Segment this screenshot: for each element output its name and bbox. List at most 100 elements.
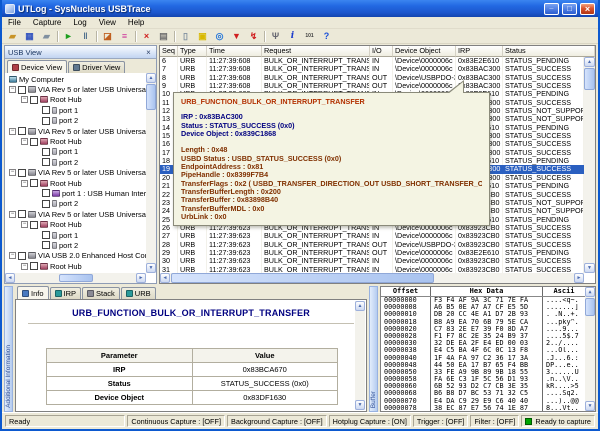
scrollbar-thumb[interactable] [584, 68, 595, 90]
scrollbar-track[interactable] [585, 317, 595, 401]
buffer-strip[interactable]: Buffer [369, 286, 378, 412]
expand-collapse-icon[interactable] [21, 138, 28, 145]
scrollbar-track[interactable] [146, 111, 156, 263]
usb-view-close-icon[interactable] [144, 48, 153, 57]
tree-checkbox[interactable] [18, 210, 26, 218]
counter-button[interactable]: 101 [301, 29, 318, 43]
tree-item[interactable]: port 1 [5, 230, 146, 240]
table-vertical-scrollbar[interactable] [584, 57, 595, 273]
scroll-up-icon[interactable] [146, 73, 156, 83]
scroll-down-icon[interactable] [585, 401, 595, 411]
tab-urb[interactable]: URB [121, 287, 156, 299]
scroll-down-icon[interactable] [584, 263, 595, 273]
expand-collapse-icon[interactable] [21, 263, 28, 270]
tab-driver-view[interactable]: Driver View [68, 61, 125, 73]
table-row[interactable]: 6 URB 11:27:39:608 BULK_OR_INTERRUPT_TRA… [160, 57, 584, 65]
info-button[interactable]: i [284, 29, 301, 43]
table-row[interactable]: 28 URB 11:27:39:623 BULK_OR_INTERRUPT_TR… [160, 241, 584, 249]
tree-item[interactable]: Root Hub [5, 261, 146, 271]
clear-log-button[interactable]: ≡ [116, 29, 133, 43]
hex-vertical-scrollbar[interactable] [585, 287, 595, 411]
column-header[interactable]: I/O [370, 46, 393, 57]
table-row[interactable]: 29 URB 11:27:39:623 BULK_OR_INTERRUPT_TR… [160, 249, 584, 257]
tree-checkbox[interactable] [42, 231, 50, 239]
delete-button[interactable]: × [138, 29, 155, 43]
expand-collapse-icon[interactable] [21, 221, 28, 228]
tree-item[interactable]: VIA Rev 5 or later USB Universal Host C [5, 126, 146, 136]
additional-information-strip[interactable]: Additional Information [4, 286, 13, 412]
expand-collapse-icon[interactable] [21, 96, 28, 103]
table-row[interactable]: 31 URB 11:27:39:623 BULK_OR_INTERRUPT_TR… [160, 266, 584, 273]
tree-item[interactable]: Root Hub [5, 95, 146, 105]
column-header[interactable]: Device Object [393, 46, 456, 57]
table-row[interactable]: 27 URB 11:27:39:623 BULK_OR_INTERRUPT_TR… [160, 232, 584, 240]
tree-checkbox[interactable] [30, 138, 38, 146]
expand-collapse-icon[interactable] [9, 128, 16, 135]
tree-item[interactable]: VIA Rev 5 or later USB Universal Host C [5, 84, 146, 94]
tree-checkbox[interactable] [42, 158, 50, 166]
expand-collapse-icon[interactable] [9, 252, 16, 259]
find-button[interactable]: ◎ [211, 29, 228, 43]
expand-collapse-icon[interactable] [21, 180, 28, 187]
expand-collapse-icon[interactable] [9, 211, 16, 218]
tree-item[interactable]: VIA USB 2.0 Enhanced Host Controller [5, 251, 146, 261]
tooltip-toggle-button[interactable]: ▣ [194, 29, 211, 43]
tree-checkbox[interactable] [30, 221, 38, 229]
save-log-button[interactable]: ▦ [21, 29, 38, 43]
scrollbar-thumb[interactable] [146, 84, 156, 110]
tree-checkbox[interactable] [42, 200, 50, 208]
column-header[interactable]: Time [207, 46, 262, 57]
tree-item[interactable]: VIA Rev 5 or later USB Universal Host C [5, 209, 146, 219]
tree-item[interactable]: Root Hub [5, 178, 146, 188]
table-row[interactable]: 9 URB 11:27:39:608 BULK_OR_INTERRUPT_TRA… [160, 82, 584, 90]
tab-irp[interactable]: IRP [50, 287, 82, 299]
tree-checkbox[interactable] [42, 148, 50, 156]
close-button[interactable] [580, 3, 595, 15]
scrollbar-track[interactable] [15, 273, 59, 283]
column-header[interactable]: Type [178, 46, 207, 57]
scrollbar-thumb[interactable] [171, 273, 434, 283]
tree-item[interactable]: Root Hub [5, 136, 146, 146]
scrollbar-track[interactable] [584, 91, 595, 263]
scrollbar-track[interactable] [355, 311, 365, 400]
column-header[interactable]: Request [262, 46, 370, 57]
tree-item[interactable]: port 1 [5, 147, 146, 157]
save-capture-button[interactable]: ▰ [38, 29, 55, 43]
scroll-up-icon[interactable] [355, 301, 365, 311]
menu-item[interactable]: Capture [27, 18, 67, 27]
scroll-up-icon[interactable] [584, 57, 595, 67]
menu-item[interactable]: Log [67, 18, 92, 27]
scroll-down-icon[interactable] [146, 263, 156, 273]
start-capture-button[interactable]: ► [60, 29, 77, 43]
tab-device-view[interactable]: Device View [7, 60, 67, 73]
scroll-up-icon[interactable] [585, 287, 595, 297]
tree-checkbox[interactable] [30, 262, 38, 270]
menu-item[interactable]: View [93, 18, 122, 27]
tree-item[interactable]: Root Hub [5, 219, 146, 229]
tree-checkbox[interactable] [42, 117, 50, 125]
maximize-button[interactable] [562, 3, 577, 15]
menu-item[interactable]: File [2, 18, 27, 27]
tree-checkbox[interactable] [30, 96, 38, 104]
scroll-right-icon[interactable] [136, 273, 146, 283]
column-header[interactable]: Status [503, 46, 595, 57]
tree-checkbox[interactable] [42, 241, 50, 249]
tree-item[interactable]: port 1 : USB Human Interface D [5, 188, 146, 198]
tree-checkbox[interactable] [18, 127, 26, 135]
table-row[interactable]: 30 URB 11:27:39:623 BULK_OR_INTERRUPT_TR… [160, 257, 584, 265]
scrollbar-thumb[interactable] [59, 274, 93, 282]
tree-item[interactable]: port 2 [5, 116, 146, 126]
open-log-button[interactable]: ▰ [4, 29, 21, 43]
edit-trigger-button[interactable]: ◪ [99, 29, 116, 43]
scroll-down-icon[interactable] [355, 400, 365, 410]
usb-devices-button[interactable]: Ψ [267, 29, 284, 43]
tree-item[interactable]: port 2 [5, 157, 146, 167]
tree-horizontal-scrollbar[interactable] [5, 273, 146, 283]
tab-info[interactable]: Info [17, 286, 49, 299]
tree-checkbox[interactable] [42, 106, 50, 114]
tree-checkbox[interactable] [18, 252, 26, 260]
scroll-left-icon[interactable] [160, 273, 170, 283]
tree-vertical-scrollbar[interactable] [146, 73, 156, 273]
table-horizontal-scrollbar[interactable] [160, 273, 584, 283]
scroll-right-icon[interactable] [574, 273, 584, 283]
